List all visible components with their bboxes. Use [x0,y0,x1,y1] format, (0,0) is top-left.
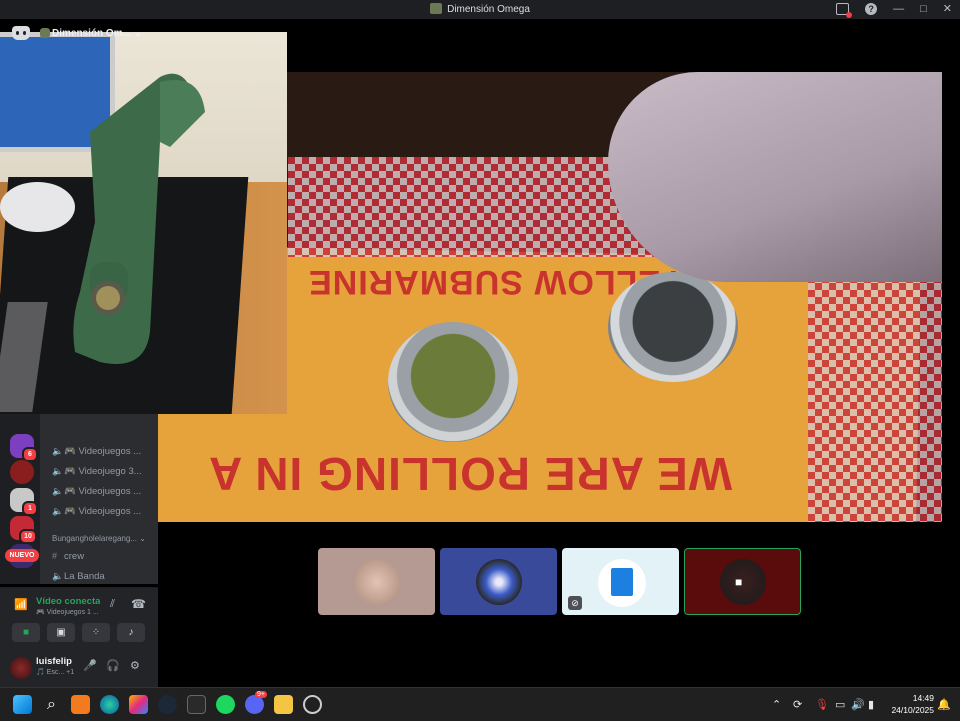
clock[interactable]: 14:49 24/10/2025 [891,692,934,716]
document-speaker-icon [610,567,633,596]
participant-tile[interactable]: ⊘ [562,548,679,615]
mic-muted-icon: ⊘ [568,596,582,610]
participant-avatar [719,558,766,605]
title-bar: Dimensión Omega ? — □ ✕ [0,0,960,19]
user-panel: luisfelip 🎵 Esc... +1 🎤 🎧 ⚙ [0,653,158,687]
pip-mouse [0,182,75,232]
server-avatar-icon [40,28,50,38]
tray-text-bottom: WE ARE ROLLING IN A [208,448,733,500]
discord-header: Dimensión Om... ⌄ [0,19,158,49]
participant-avatar [597,558,646,607]
sync-icon[interactable]: ⟳ [793,698,802,711]
pip-bong [73,73,205,365]
server-icon [430,3,443,14]
grinder-lid [608,272,738,382]
steam-icon[interactable] [158,695,177,714]
channel-list: 🔈🎮 Videojuegos ... 🔈🎮 Videojuego 3... 🔈🎮… [40,414,158,584]
voice-channel[interactable]: 🔈🎮 Videojuego 3... [52,466,154,477]
edge-browser-icon[interactable] [100,695,119,714]
headphones-icon[interactable]: 🎧 [106,659,120,672]
maximize-button[interactable]: □ [920,3,927,15]
guild-icon[interactable] [10,460,34,484]
minimize-button[interactable]: — [893,3,904,15]
noise-suppression-icon[interactable]: ⫽ [110,598,115,611]
copilot-icon[interactable] [129,695,148,714]
participant-avatar [353,558,400,605]
participant-tile[interactable] [318,548,435,615]
battery-icon[interactable]: ▮ [868,698,874,711]
camera-button[interactable]: ■ [12,623,40,642]
display-icon[interactable]: ▭ [835,698,845,711]
app-icon[interactable] [71,695,90,714]
participant-avatar [475,558,522,605]
avatar[interactable] [10,657,32,679]
voice-channel[interactable]: 🔈🎮 Videojuegos ... [52,486,154,497]
microphone-icon[interactable]: 🎙 [815,698,829,711]
app-icon[interactable] [303,695,322,714]
screen-share-button[interactable]: ▣ [47,623,75,642]
epic-games-icon[interactable] [187,695,206,714]
signal-icon[interactable]: 📶 [14,598,28,611]
video-camera-icon: ■ [735,575,743,589]
chevron-down-icon: ⌄ [133,28,143,39]
category-header[interactable]: Bungangholelaregang... ⌄ [52,534,158,543]
guild-badge: 10 [19,529,37,544]
window-title: Dimensión Omega [0,3,960,15]
inbox-icon[interactable] [836,2,853,18]
grinder-open [388,322,518,442]
file-explorer-icon[interactable] [274,695,293,714]
disconnect-icon[interactable]: ☎ [131,597,146,611]
participant-tile[interactable]: ■ [684,548,801,615]
chevron-up-icon[interactable]: ⌃ [772,698,781,711]
settings-gear-icon[interactable]: ⚙ [130,659,140,672]
voice-channel[interactable]: 🔈🎮 Videojuegos ... [52,446,154,457]
tray-checker-pattern-right [808,262,942,522]
discord-logo-icon[interactable] [12,26,30,40]
speaker-icon: 🔈 [52,571,64,581]
title-bar-controls: ? — □ ✕ [836,2,952,18]
voice-channel[interactable]: 🔈🎮 Videojuegos ... [52,506,154,517]
help-icon[interactable]: ? [865,2,878,15]
username: luisfelip [36,656,72,667]
speaker-icon: 🔈 [52,446,64,456]
voice-status: Vídeo conectado [36,596,100,607]
hash-icon: # [52,551,58,561]
text-channel[interactable]: # crew [52,551,154,562]
taskbar: ⌕ 9+ ⌃ ⟳ 🎙 ▭ 🔊 ▮ 14:49 24/10/2025 🔔 [0,687,960,721]
microphone-icon[interactable]: 🎤 [83,659,97,672]
spotify-icon[interactable] [216,695,235,714]
user-status: 🎵 Esc... +1 [36,669,75,676]
voice-channel-name[interactable]: 🎮 Videojuegos 1 ... [36,608,104,616]
soundboard-button[interactable]: ♪ [117,623,145,642]
hand [608,72,942,282]
close-button[interactable]: ✕ [943,2,952,15]
search-icon[interactable]: ⌕ [42,695,61,714]
volume-icon[interactable]: 🔊 [851,698,865,711]
activities-button[interactable]: ⁘ [82,623,110,642]
chevron-down-icon: ⌄ [139,534,146,543]
speaker-icon: 🔈 [52,486,64,496]
new-badge[interactable]: NUEVO [5,549,39,562]
speaker-icon: 🔈 [52,506,64,516]
speaker-icon: 🔈 [52,466,64,476]
notifications-icon[interactable]: 🔔 [937,698,951,711]
pip-video[interactable] [0,32,287,414]
server-name-button[interactable]: Dimensión Om... ⌄ [52,28,142,39]
voice-connection-panel: 📶 Vídeo conectado 🎮 Videojuegos 1 ... ⫽ … [0,587,158,654]
discord-badge: 9+ [255,691,267,698]
guild-badge: 1 [22,501,38,516]
voice-channel[interactable]: 🔈La Banda [52,571,154,582]
windows-start-icon[interactable] [13,695,32,714]
participant-tile[interactable] [440,548,557,615]
